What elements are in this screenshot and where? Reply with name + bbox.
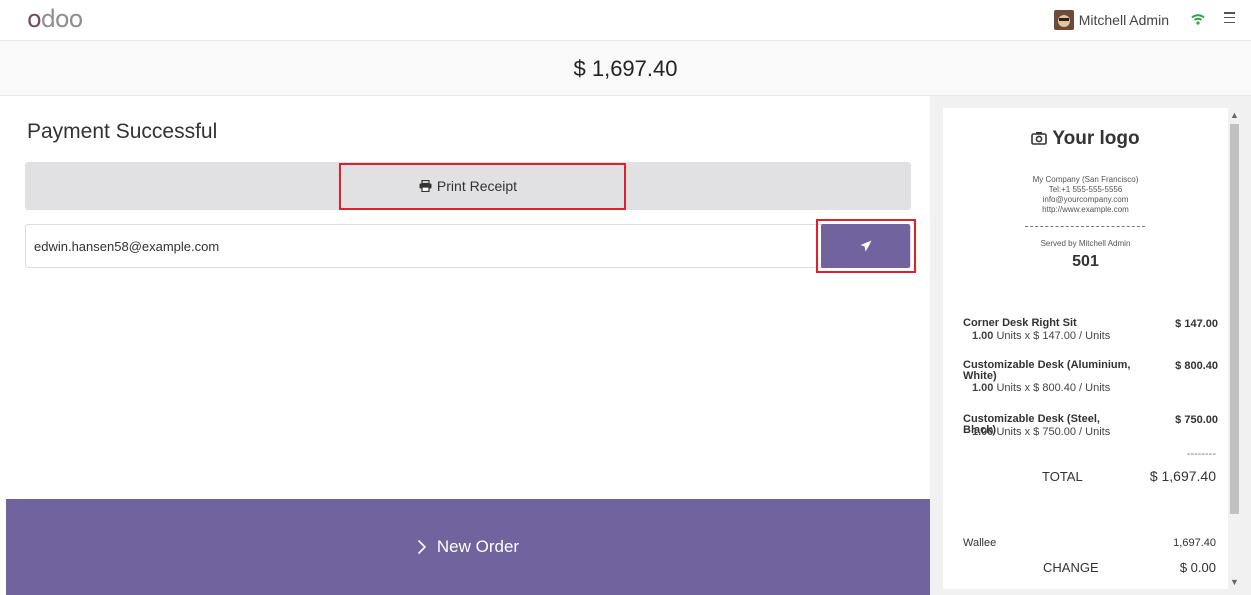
line-price: $ 750.00 bbox=[1175, 414, 1218, 426]
send-email-button[interactable] bbox=[821, 224, 910, 268]
scroll-up-arrow-icon[interactable]: ▲ bbox=[1230, 110, 1239, 120]
email-field[interactable] bbox=[34, 225, 814, 267]
receipt: Your logo My Company (San Francisco) Tel… bbox=[943, 108, 1228, 589]
receipt-pane: Your logo My Company (San Francisco) Tel… bbox=[930, 96, 1251, 595]
receipt-logo: Your logo bbox=[943, 128, 1228, 150]
print-receipt-button[interactable]: Print Receipt bbox=[25, 162, 911, 210]
line-qty: 1.00 bbox=[972, 330, 994, 342]
odoo-logo: odoo bbox=[27, 5, 83, 33]
total-value: $ 1,697.40 bbox=[1149, 468, 1216, 484]
logo-text: Your logo bbox=[1052, 128, 1140, 149]
line-detail: 1.00 Units x $ 800.40 / Units bbox=[972, 382, 1110, 394]
line-detail-text: Units x $ 147.00 / Units bbox=[996, 330, 1111, 342]
order-number: 501 bbox=[1072, 253, 1099, 270]
new-order-label: New Order bbox=[436, 537, 520, 556]
change-value: $ 0.00 bbox=[1179, 560, 1216, 575]
wifi-icon bbox=[1191, 14, 1205, 25]
payment-title: Payment Successful bbox=[27, 120, 218, 143]
payment-pane: Payment Successful Print Receipt New Ord… bbox=[0, 96, 930, 595]
line-detail-text: Units x $ 800.40 / Units bbox=[996, 382, 1111, 394]
line-price: $ 800.40 bbox=[1175, 360, 1218, 372]
user-menu[interactable]: Mitchell Admin bbox=[1053, 10, 1169, 30]
print-receipt-label: Print Receipt bbox=[436, 178, 518, 194]
total-amount: $ 1,697.40 bbox=[573, 56, 678, 81]
company-name: My Company (San Francisco) bbox=[1032, 175, 1139, 184]
total-separator: -------- bbox=[1186, 448, 1216, 460]
receipt-divider bbox=[1025, 226, 1145, 227]
scroll-thumb[interactable] bbox=[1230, 124, 1239, 514]
change-label: CHANGE bbox=[1043, 560, 1099, 575]
line-detail: 1.00 Units x $ 750.00 / Units bbox=[972, 426, 1110, 438]
payment-method: Wallee bbox=[963, 537, 997, 549]
chevron-right-icon bbox=[417, 539, 427, 555]
line-name: Customizable Desk (Aluminium, White) bbox=[963, 359, 1131, 382]
hamburger-menu-icon[interactable] bbox=[1224, 12, 1235, 23]
camera-icon bbox=[1031, 132, 1048, 145]
scroll-down-arrow-icon[interactable]: ▼ bbox=[1230, 577, 1239, 587]
user-name: Mitchell Admin bbox=[1078, 12, 1169, 28]
new-order-button[interactable]: New Order bbox=[6, 499, 930, 595]
line-qty: 1.00 bbox=[972, 382, 994, 394]
served-by: Served by Mitchell Admin bbox=[1040, 239, 1131, 248]
total-label: TOTAL bbox=[1042, 469, 1083, 484]
line-detail-text: Units x $ 750.00 / Units bbox=[996, 426, 1111, 438]
email-field-wrapper bbox=[25, 224, 911, 268]
top-bar: odoo Mitchell Admin bbox=[0, 0, 1251, 41]
avatar bbox=[1053, 10, 1074, 30]
receipt-scrollbar[interactable]: ▲ ▼ bbox=[1228, 108, 1241, 589]
line-price: $ 147.00 bbox=[1175, 318, 1218, 330]
company-email: info@yourcompany.com bbox=[1042, 195, 1129, 204]
payment-amount: 1,697.40 bbox=[1173, 537, 1216, 549]
amount-bar: $ 1,697.40 bbox=[0, 41, 1251, 96]
printer-icon bbox=[419, 180, 432, 192]
line-qty: 1.00 bbox=[972, 426, 994, 438]
company-info: My Company (San Francisco) Tel:+1 555-55… bbox=[943, 175, 1228, 215]
line-name: Corner Desk Right Sit bbox=[963, 317, 1077, 329]
line-detail: 1.00 Units x $ 147.00 / Units bbox=[972, 330, 1110, 342]
company-website: http://www.example.com bbox=[1042, 205, 1129, 214]
company-phone: Tel:+1 555-555-5556 bbox=[1048, 185, 1123, 194]
paper-plane-icon bbox=[860, 240, 871, 252]
